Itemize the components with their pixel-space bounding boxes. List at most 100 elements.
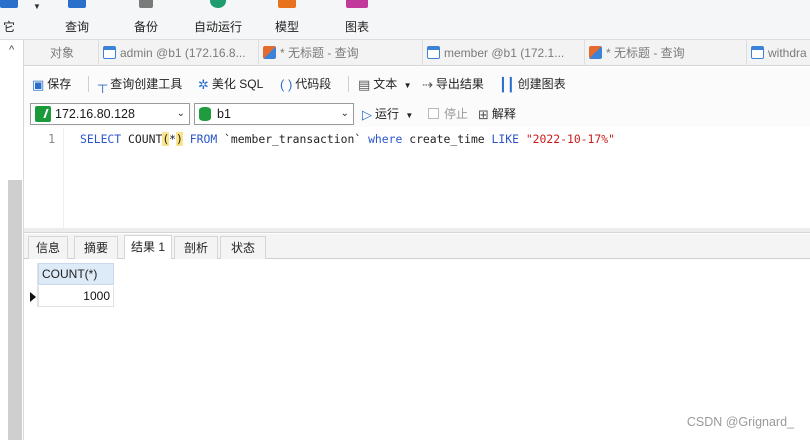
connection-host: 172.16.80.128 — [55, 107, 135, 121]
cube-icon — [0, 0, 18, 8]
tab-untitled-query-2[interactable]: * 无标题 - 查询 — [584, 40, 746, 66]
line-number: 1 — [48, 132, 56, 146]
tab-result-1[interactable]: 结果 1 — [124, 235, 172, 259]
run-label: 运行 — [375, 107, 400, 121]
stop-button[interactable]: 停止 — [428, 104, 468, 124]
tab-label: withdra — [768, 46, 807, 60]
left-scrollbar[interactable] — [8, 180, 22, 440]
ribbon-other-button[interactable]: 它 — [0, 0, 24, 40]
keyword-like: LIKE — [491, 132, 519, 146]
tab-untitled-query-1[interactable]: * 无标题 - 查询 — [258, 40, 422, 66]
current-row-indicator-icon — [28, 287, 38, 307]
connection-select[interactable]: 172.16.80.128 ⌄ — [30, 103, 190, 125]
snippet-label: 代码段 — [295, 77, 332, 91]
chevron-down-icon: ⌄ — [340, 108, 349, 119]
function-count: COUNT — [128, 132, 163, 146]
chart-bars-icon: ┃┃ — [499, 76, 515, 92]
text-mode-dropdown[interactable]: ▤ 文本 ▼ — [358, 74, 412, 94]
explain-button[interactable]: ⊞ 解释 — [478, 104, 516, 124]
tab-label: 剖析 — [183, 241, 208, 255]
automation-icon — [210, 0, 226, 8]
magic-wand-icon: ✲ — [198, 76, 209, 92]
toolbar-divider — [348, 76, 349, 92]
export-results-button[interactable]: ⇢ 导出结果 — [422, 74, 484, 94]
tab-objects[interactable]: 对象 — [24, 40, 98, 66]
ribbon-label: 模型 — [274, 20, 299, 34]
dropdown-arrow-icon[interactable]: ▼ — [33, 2, 41, 11]
query-toolbar: ▣ 保存 ┬ 查询创建工具 ✲ 美化 SQL ( ) 代码段 ▤ 文本 ▼ ⇢ 导出结果 ┃… — [24, 67, 810, 101]
ribbon-model-button[interactable]: 模型 — [268, 0, 306, 40]
tab-profile[interactable]: 剖析 — [174, 236, 218, 259]
star: * — [169, 132, 177, 146]
sql-code-line[interactable]: SELECT COUNT(*) FROM `member_transaction… — [80, 132, 615, 146]
tab-label: 结果 1 — [130, 240, 165, 254]
ribbon-automation-button[interactable]: 自动运行 — [190, 0, 246, 40]
database-icon — [199, 107, 211, 121]
result-cell[interactable]: 1000 — [38, 286, 114, 307]
run-button[interactable]: ▷ 运行 ▼ — [362, 104, 413, 124]
query-builder-label: 查询创建工具 — [110, 77, 183, 91]
save-icon: ▣ — [32, 76, 45, 92]
save-button[interactable]: ▣ 保存 — [32, 74, 71, 94]
editor-results-splitter[interactable] — [24, 228, 810, 233]
query-icon — [68, 0, 86, 8]
query-tab-icon — [263, 46, 276, 59]
result-tab-bar: 信息 摘要 结果 1 剖析 状态 — [24, 234, 810, 259]
watermark-text: CSDN @Grignard_ — [686, 415, 794, 429]
table-icon — [751, 46, 764, 59]
tab-info[interactable]: 信息 — [28, 236, 68, 259]
ribbon-backup-button[interactable]: 备份 — [127, 0, 165, 40]
snippet-icon: ( ) — [280, 76, 293, 92]
ribbon-query-button[interactable]: 查询 — [58, 0, 96, 40]
explain-label: 解释 — [491, 107, 516, 121]
beautify-sql-button[interactable]: ✲ 美化 SQL — [198, 74, 263, 94]
editor-gutter: 1 — [24, 128, 64, 228]
tab-label: * 无标题 - 查询 — [280, 46, 359, 60]
paren-close: ) — [176, 132, 183, 146]
column-header-count[interactable]: COUNT(*) — [38, 263, 114, 285]
chevron-down-icon: ▼ — [405, 111, 414, 120]
create-chart-label: 创建图表 — [517, 77, 566, 91]
query-builder-icon: ┬ — [98, 76, 108, 92]
export-label: 导出结果 — [435, 77, 484, 91]
query-builder-button[interactable]: ┬ 查询创建工具 — [98, 74, 182, 94]
tab-withdraw-table[interactable]: withdra — [746, 40, 810, 66]
ribbon-label: 查询 — [64, 20, 89, 34]
tab-label: 对象 — [50, 46, 75, 60]
ribbon-chart-button[interactable]: 图表 — [338, 0, 376, 40]
collapse-icon[interactable]: ^ — [9, 44, 14, 56]
chevron-down-icon: ⌄ — [176, 108, 185, 119]
tab-label: admin @b1 (172.16.8... — [120, 46, 246, 60]
document-icon: ▤ — [358, 76, 371, 92]
database-select[interactable]: b1 ⌄ — [194, 103, 354, 125]
keyword-from: FROM — [189, 132, 218, 146]
string-literal: "2022-10-17%" — [525, 132, 615, 146]
export-icon: ⇢ — [422, 76, 433, 92]
code-snippet-button[interactable]: ( ) 代码段 — [280, 74, 331, 94]
left-panel-edge: ^ — [0, 40, 24, 440]
sql-editor[interactable]: 1 SELECT COUNT(*) FROM `member_transacti… — [24, 128, 810, 228]
ribbon-label: 自动运行 — [193, 20, 242, 34]
tab-status[interactable]: 状态 — [220, 236, 266, 259]
play-icon: ▷ — [362, 106, 372, 122]
model-icon — [278, 0, 296, 8]
column-identifier: create_time — [409, 132, 485, 146]
ribbon-label: 备份 — [133, 20, 158, 34]
tab-summary[interactable]: 摘要 — [74, 236, 118, 259]
tab-admin-table[interactable]: admin @b1 (172.16.8... — [98, 40, 258, 66]
chevron-down-icon: ▼ — [403, 81, 412, 90]
beautify-label: 美化 SQL — [211, 77, 264, 91]
tab-member-table[interactable]: member @b1 (172.1... — [422, 40, 584, 66]
table-icon — [103, 46, 116, 59]
document-tab-bar: 对象 admin @b1 (172.16.8... * 无标题 - 查询 mem… — [24, 40, 810, 66]
text-label: 文本 — [373, 77, 398, 91]
stop-label: 停止 — [444, 107, 469, 121]
tab-label: * 无标题 - 查询 — [606, 46, 685, 60]
tab-label: member @b1 (172.1... — [444, 46, 565, 60]
create-chart-button[interactable]: ┃┃ 创建图表 — [499, 74, 566, 94]
database-name: b1 — [217, 107, 231, 121]
table-icon — [427, 46, 440, 59]
ribbon-label: 图表 — [344, 20, 369, 34]
result-grid: COUNT(*) 1000 — [24, 259, 810, 440]
save-label: 保存 — [47, 77, 72, 91]
